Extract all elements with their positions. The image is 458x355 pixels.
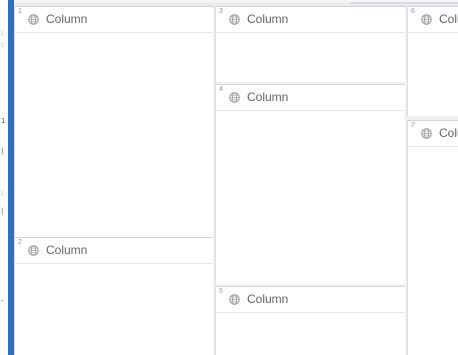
panel-title: Column (46, 12, 88, 26)
strip-mark: : (1, 41, 4, 49)
panel-number: 3 (219, 8, 223, 15)
globe-icon (421, 128, 432, 139)
strip-mark: | (1, 147, 4, 155)
panel-title: Column (247, 292, 289, 306)
column-panel-3[interactable]: 3 Column (215, 6, 405, 82)
panel-header[interactable]: 7 Column (408, 121, 458, 147)
strip-mark: - (1, 297, 4, 305)
panel-header[interactable]: 6 Column (408, 7, 458, 33)
globe-icon (229, 294, 240, 305)
column-panel-1[interactable]: 1 Column (14, 6, 213, 237)
column-panel-5[interactable]: 5 Column (215, 286, 405, 355)
left-edge-strip: : : 1 | : | - (0, 0, 8, 355)
panel-title: Column (439, 126, 458, 140)
strip-mark: 1 (1, 117, 6, 125)
panel-number: 4 (219, 86, 223, 93)
panel-header[interactable]: 1 Column (15, 7, 213, 33)
globe-icon (28, 14, 39, 25)
globe-icon (229, 92, 240, 103)
strip-mark: : (1, 29, 4, 37)
globe-icon (28, 245, 39, 256)
panel-title: Column (247, 12, 289, 26)
column-panel-4[interactable]: 4 Column (215, 84, 405, 284)
panel-title: Column (439, 12, 458, 26)
panel-header[interactable]: 3 Column (216, 7, 405, 33)
column-panel-2[interactable]: 2 Column (14, 237, 213, 355)
panel-number: 6 (411, 8, 415, 15)
column-panel-7[interactable]: 7 Column (407, 120, 458, 355)
strip-mark: : (1, 189, 4, 197)
panel-title: Column (247, 90, 289, 104)
panel-header[interactable]: 4 Column (216, 85, 405, 111)
panel-number: 5 (219, 288, 223, 295)
panel-header[interactable]: 5 Column (216, 287, 405, 313)
globe-icon (229, 14, 240, 25)
globe-icon (421, 14, 432, 25)
strip-mark: | (1, 207, 4, 215)
panel-number: 2 (18, 239, 22, 246)
panel-number: 7 (411, 122, 415, 129)
column-panel-6[interactable]: 6 Column (407, 6, 458, 116)
panel-title: Column (46, 243, 88, 257)
panel-header[interactable]: 2 Column (15, 238, 213, 264)
panel-number: 1 (18, 8, 22, 15)
